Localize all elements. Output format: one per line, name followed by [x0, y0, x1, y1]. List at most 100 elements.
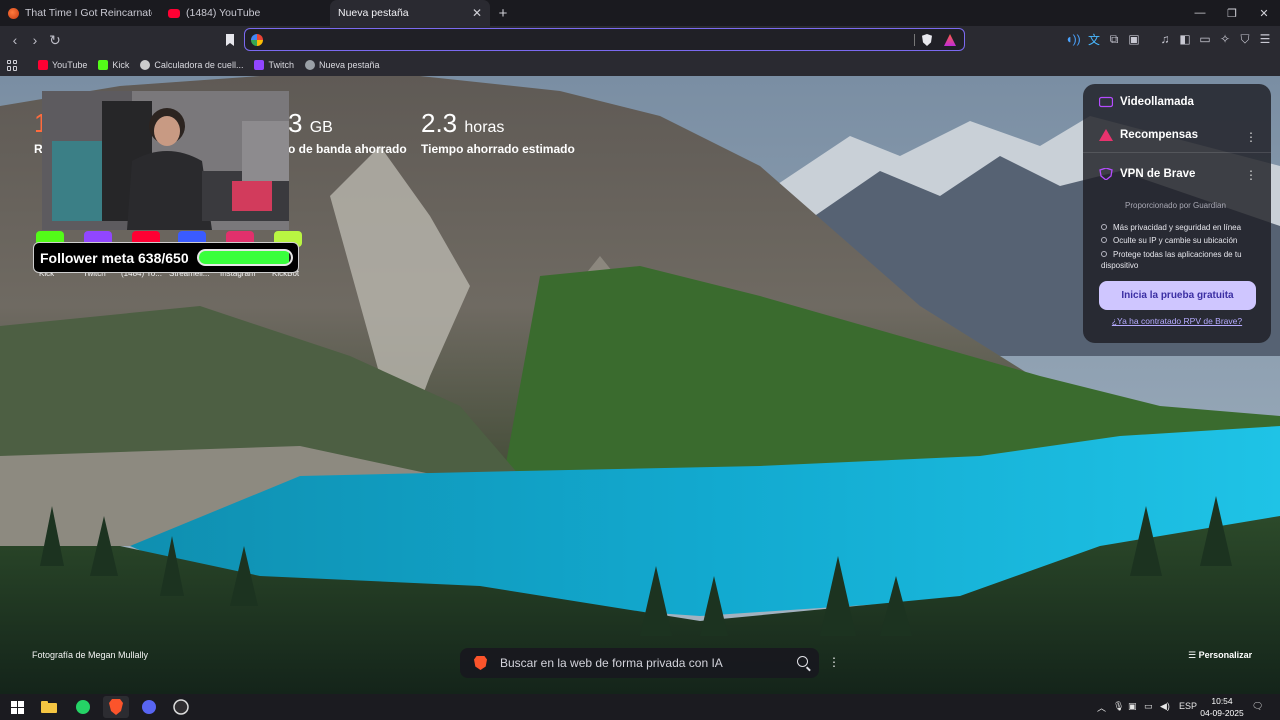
tab-title: Nueva pestaña [338, 7, 409, 19]
search-options-icon[interactable]: ⋮ [828, 655, 840, 669]
language-indicator[interactable]: ESP [1179, 701, 1197, 711]
follower-goal-overlay: Follower meta 638/650 [33, 242, 299, 273]
close-window-button[interactable]: ✕ [1248, 0, 1280, 26]
bookmark-twitch[interactable]: Twitch [254, 60, 294, 70]
back-button[interactable]: ‹ [5, 30, 25, 50]
start-trial-button[interactable]: Inicia la prueba gratuita [1099, 281, 1256, 310]
brave-taskbar-icon[interactable] [103, 696, 129, 718]
wallet-icon[interactable]: ▭ [1198, 32, 1212, 46]
bookmark-new-tab[interactable]: Nueva pestaña [304, 60, 380, 70]
tab-new-tab[interactable]: Nueva pestaña ✕ [330, 0, 490, 26]
apps-grid-icon[interactable] [7, 59, 18, 71]
security-icon[interactable]: ▣ [1128, 701, 1137, 712]
bookmark-kick[interactable]: Kick [98, 60, 129, 70]
kick-icon [98, 60, 109, 70]
already-purchased-link[interactable]: ¿Ya ha contratado RPV de Brave? [1083, 316, 1271, 326]
search-icon[interactable] [797, 656, 808, 667]
feature-text: Protege todas las aplicaciones de tu dis… [1101, 250, 1242, 270]
crunchyroll-icon [8, 7, 19, 19]
bookmark-label: Nueva pestaña [318, 60, 380, 70]
vpn-title-row: VPN de Brave [1099, 168, 1195, 180]
browser-window: That Time I Got Reincarnated as a Sli (1… [0, 0, 1280, 720]
rewards-label: Recompensas [1120, 129, 1198, 141]
tab-youtube[interactable]: (1484) YouTube [160, 0, 330, 26]
follower-progress-bar [197, 249, 293, 266]
powered-by-text: Proporcionado por [1125, 201, 1191, 210]
address-bar[interactable] [244, 28, 965, 51]
minimize-button[interactable]: — [1184, 0, 1216, 26]
tab-title: That Time I Got Reincarnated as a Sli [25, 7, 152, 19]
feature-text: Oculte su IP y cambie su ubicación [1113, 236, 1238, 245]
bookmark-label: Calculadora de cuell... [154, 60, 244, 70]
videocall-row[interactable]: Videollamada [1099, 96, 1194, 108]
file-explorer-icon[interactable] [36, 696, 62, 718]
vpn-feature: Más privacidad y seguridad en línea [1101, 223, 1241, 232]
private-search-box[interactable]: Buscar en la web de forma privada con IA [460, 648, 819, 678]
brave-rewards-icon [1099, 129, 1113, 141]
youtube-icon [38, 60, 48, 70]
bandwidth-number: 3 [288, 108, 303, 138]
twitch-icon [254, 60, 265, 70]
window-controls: — ❐ ✕ [1184, 0, 1280, 26]
bandwidth-label: o de banda ahorrado [288, 142, 407, 156]
restore-button[interactable]: ❐ [1216, 0, 1248, 26]
extensions-icon[interactable]: ⧉ [1107, 32, 1121, 46]
customize-label: Personalizar [1198, 650, 1253, 660]
discord-icon[interactable] [136, 696, 162, 718]
bookmark-youtube[interactable]: YouTube [38, 60, 87, 70]
network-icon[interactable]: ▭ [1144, 701, 1153, 712]
check-icon [1101, 224, 1107, 230]
windows-taskbar: ︿ 🎙 ▣ ▭ ◀) ESP 10:54 04-09-2025 🗨 [0, 694, 1280, 720]
toolbar: ‹ › ↻ ◖)) 文 ⧉ ▣ ♫ ◧ ▭ ✧ ⛉ ☰ [0, 26, 1280, 54]
photo-credit[interactable]: Fotografía de Megan Mullally [32, 650, 148, 660]
close-tab-icon[interactable]: ✕ [472, 6, 482, 20]
new-tab-button[interactable]: + [490, 0, 516, 26]
obs-icon[interactable] [168, 696, 194, 718]
tab-crunchyroll[interactable]: That Time I Got Reincarnated as a Sli [0, 0, 160, 26]
tab-strip: That Time I Got Reincarnated as a Sli (1… [0, 0, 1280, 26]
bookmark-label: Twitch [268, 60, 294, 70]
sliders-icon: ☰ [1188, 650, 1199, 660]
check-icon [1101, 237, 1107, 243]
vpn-title: VPN de Brave [1120, 168, 1196, 180]
windows-start-icon[interactable] [4, 696, 30, 718]
bandwidth-unit: GB [309, 119, 333, 136]
vpn-feature: Protege todas las aplicaciones de tu dis… [1101, 249, 1261, 271]
menu-icon[interactable]: ☰ [1258, 32, 1272, 46]
translate-icon[interactable]: 文 [1087, 32, 1101, 47]
bookmark-label: YouTube [52, 60, 88, 70]
tray-chevron-icon[interactable]: ︿ [1097, 701, 1106, 714]
leo-ai-icon[interactable]: ✧ [1218, 32, 1232, 46]
notifications-icon[interactable]: 🗨 [1252, 701, 1263, 712]
brave-shields-icon[interactable] [922, 34, 932, 46]
bookmark-calculator[interactable]: Calculadora de cuell... [140, 60, 243, 70]
bookmark-icon[interactable] [220, 30, 240, 50]
volume-icon[interactable]: ◀) [1160, 701, 1170, 712]
globe-icon [304, 60, 315, 70]
forward-button[interactable]: › [25, 30, 45, 50]
panel-divider [1083, 152, 1271, 153]
videocall-label: Videollamada [1120, 96, 1194, 108]
music-icon[interactable]: ♫ [1158, 32, 1172, 46]
vpn-more-icon[interactable]: ⋮ [1245, 168, 1257, 182]
vpn-feature: Oculte su IP y cambie su ubicación [1101, 236, 1237, 245]
calculator-icon [140, 60, 151, 70]
rewards-row[interactable]: Recompensas [1099, 129, 1198, 141]
customize-button[interactable]: ☰ Personalizar [1188, 650, 1252, 661]
time-saved-value: 2.3 horas [421, 108, 504, 139]
time-saved-label: Tiempo ahorrado estimado [421, 142, 575, 156]
check-icon [1101, 251, 1107, 257]
vpn-shield-icon[interactable]: ⛉ [1238, 32, 1252, 46]
whatsapp-icon[interactable] [70, 696, 96, 718]
system-clock[interactable]: 10:54 04-09-2025 [1200, 695, 1244, 719]
leo-voice-icon[interactable]: ◖)) [1065, 32, 1080, 46]
rewards-more-icon[interactable]: ⋮ [1245, 130, 1257, 144]
reload-button[interactable]: ↻ [45, 30, 65, 50]
video-camera-icon [1099, 96, 1113, 108]
screenshot-icon[interactable]: ▣ [1127, 32, 1141, 46]
vpn-shield-icon [1099, 168, 1113, 180]
microphone-icon[interactable]: 🎙 [1113, 701, 1124, 712]
search-placeholder: Buscar en la web de forma privada con IA [500, 656, 723, 670]
brave-rewards-icon[interactable] [944, 34, 956, 46]
sidebar-icon[interactable]: ◧ [1178, 32, 1192, 46]
